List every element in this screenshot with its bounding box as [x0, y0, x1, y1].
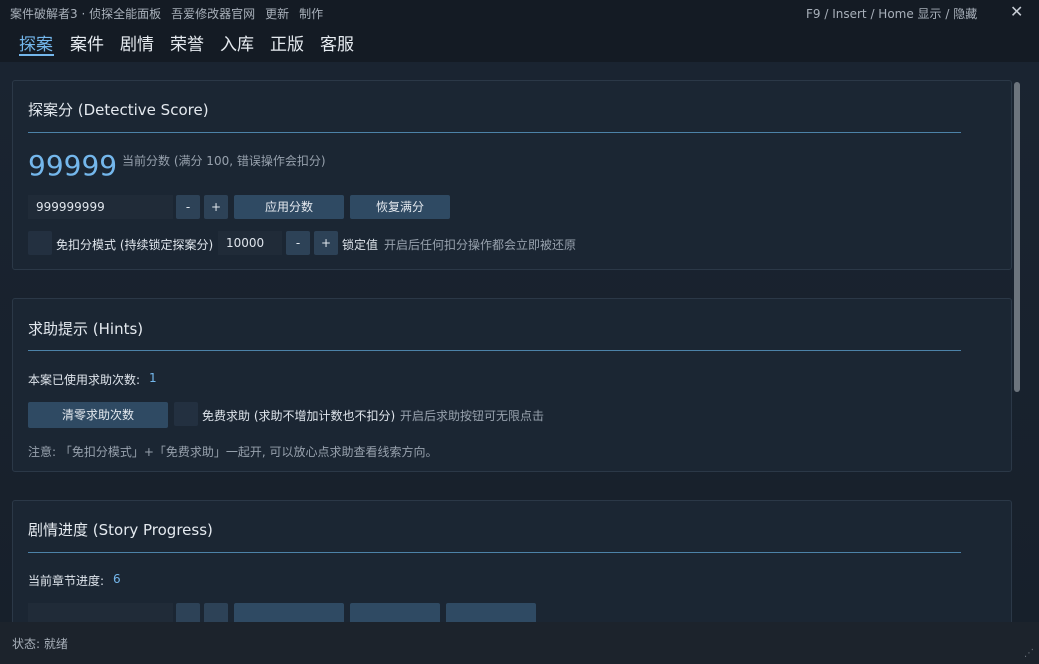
divider: [28, 132, 961, 133]
title-bar: 案件破解者3 · 侦探全能面板 吾爱修改器官网 更新 制作 F9 / Inser…: [0, 0, 1039, 24]
decrement-button[interactable]: -: [176, 195, 200, 219]
story-action-button-1[interactable]: [234, 603, 344, 622]
menu-official-site[interactable]: 吾爱修改器官网: [171, 5, 255, 22]
lock-value-input[interactable]: 10000: [218, 231, 282, 255]
hints-panel: 求助提示 (Hints) 本案已使用求助次数: 1 清零求助次数 免费求助 (求…: [12, 298, 1012, 472]
hints-used-label: 本案已使用求助次数:: [28, 373, 141, 387]
menu-update[interactable]: 更新: [265, 5, 289, 22]
apply-score-button[interactable]: 应用分数: [234, 195, 344, 219]
lock-label: 锁定值: [342, 238, 379, 252]
tab-detective[interactable]: 探案: [19, 30, 53, 55]
chapter-decrement-button[interactable]: [176, 603, 200, 622]
restore-full-button[interactable]: 恢复满分: [350, 195, 450, 219]
tab-storage[interactable]: 入库: [220, 30, 254, 55]
free-hints-hint: 开启后求助按钮可无限点击: [400, 409, 545, 423]
lock-increment-button[interactable]: +: [314, 231, 338, 255]
app-title: 案件破解者3 · 侦探全能面板: [10, 7, 162, 21]
current-score: 99999: [28, 149, 118, 182]
story-action-button-3[interactable]: [446, 603, 536, 622]
panel-title: 剧情进度 (Story Progress): [28, 521, 213, 539]
lock-decrement-button[interactable]: -: [286, 231, 310, 255]
detective-score-panel: 探案分 (Detective Score) 99999 当前分数 (满分 100…: [12, 80, 1012, 270]
hints-note: 注意: 「免扣分模式」+「免费求助」一起开, 可以放心点求助查看线索方向。: [28, 445, 438, 459]
close-icon[interactable]: ✕: [1010, 2, 1023, 21]
free-hints-label: 免费求助 (求助不增加计数也不扣分): [202, 409, 396, 423]
content-area: 探案分 (Detective Score) 99999 当前分数 (满分 100…: [0, 62, 1039, 622]
tab-genuine[interactable]: 正版: [270, 30, 304, 55]
scrollbar-thumb[interactable]: [1014, 82, 1020, 392]
lock-hint: 开启后任何扣分操作都会立即被还原: [384, 238, 577, 252]
status-text: 状态: 就绪: [12, 637, 68, 651]
tab-story[interactable]: 剧情: [120, 30, 154, 55]
chapter-value: 6: [113, 572, 121, 586]
status-bar: 状态: 就绪 ⋰: [0, 622, 1039, 664]
chapter-label: 当前章节进度:: [28, 574, 105, 588]
main-tabs: 探案 案件 剧情 荣誉 入库 正版 客服: [0, 24, 1039, 62]
chapter-input[interactable]: [28, 603, 173, 622]
free-hints-checkbox[interactable]: [174, 402, 198, 426]
resize-grip-icon[interactable]: ⋰: [1024, 648, 1034, 659]
tab-support[interactable]: 客服: [320, 30, 354, 55]
panel-title: 求助提示 (Hints): [28, 320, 144, 338]
no-deduct-checkbox[interactable]: [28, 231, 52, 255]
story-action-button-2[interactable]: [350, 603, 440, 622]
panel-title: 探案分 (Detective Score): [28, 101, 209, 119]
score-input[interactable]: 999999999: [28, 195, 173, 219]
title-menu: 案件破解者3 · 侦探全能面板 吾爱修改器官网 更新 制作: [10, 5, 323, 22]
story-panel: 剧情进度 (Story Progress) 当前章节进度: 6: [12, 500, 1012, 622]
tab-cases[interactable]: 案件: [70, 30, 104, 55]
hotkey-hint: F9 / Insert / Home 显示 / 隐藏: [806, 7, 978, 21]
increment-button[interactable]: +: [204, 195, 228, 219]
clear-hints-button[interactable]: 清零求助次数: [28, 402, 168, 428]
menu-credits[interactable]: 制作: [299, 5, 323, 22]
score-note: 当前分数 (满分 100, 错误操作会扣分): [122, 154, 326, 168]
chapter-increment-button[interactable]: [204, 603, 228, 622]
hints-used-count: 1: [149, 371, 157, 385]
tab-honors[interactable]: 荣誉: [170, 30, 204, 55]
no-deduct-label: 免扣分模式 (持续锁定探案分): [56, 238, 214, 252]
active-tab-indicator: [19, 54, 54, 56]
divider: [28, 552, 961, 553]
divider: [28, 350, 961, 351]
